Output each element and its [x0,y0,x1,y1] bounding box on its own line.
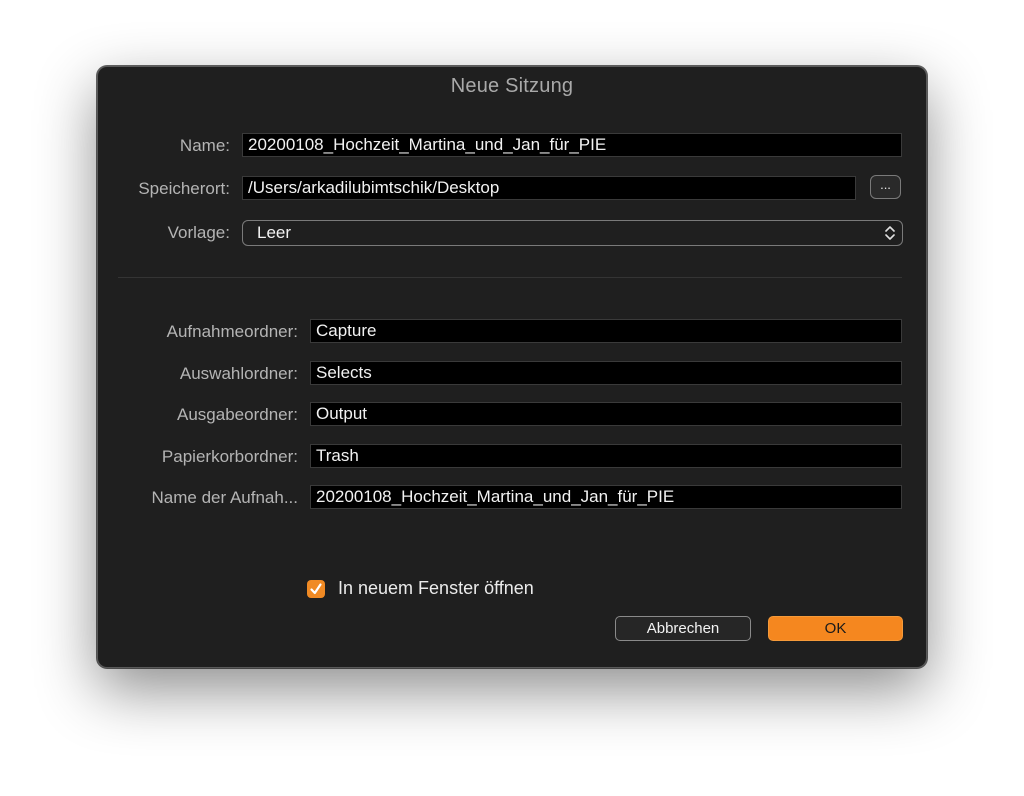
name-label: Name: [179,136,230,155]
output-folder-field[interactable]: Output [310,402,902,426]
location-label: Speicherort: [138,179,230,198]
trash-folder-field[interactable]: Trash [310,444,902,468]
cancel-button[interactable]: Abbrechen [615,616,751,641]
location-field[interactable]: /Users/arkadilubimtschik/Desktop [242,176,856,200]
template-select-value: Leer [257,223,292,242]
chevron-up-down-icon [885,226,895,240]
template-select[interactable]: Leer [242,220,903,246]
capture-folder-label: Aufnahmeordner: [166,322,298,341]
open-new-window-label[interactable]: In neuem Fenster öffnen [338,578,534,599]
dialog-title: Neue Sitzung [450,75,574,97]
ok-button[interactable]: OK [768,616,903,641]
browse-button[interactable]: ... [870,175,901,199]
new-session-dialog: Neue Sitzung Name: 20200108_Hochzeit_Mar… [97,66,927,668]
name-field[interactable]: 20200108_Hochzeit_Martina_und_Jan_für_PI… [242,133,902,157]
selects-folder-label: Auswahlordner: [179,364,298,383]
capture-name-label: Name der Aufnah... [151,488,298,507]
template-label: Vorlage: [167,223,230,242]
open-new-window-checkbox[interactable] [307,580,325,598]
capture-folder-field[interactable]: Capture [310,319,902,343]
checkmark-icon [310,583,322,595]
trash-folder-label: Papierkorbordner: [161,447,298,466]
section-divider [118,277,902,278]
selects-folder-field[interactable]: Selects [310,361,902,385]
capture-name-field[interactable]: 20200108_Hochzeit_Martina_und_Jan_für_PI… [310,485,902,509]
output-folder-label: Ausgabeordner: [177,405,298,424]
